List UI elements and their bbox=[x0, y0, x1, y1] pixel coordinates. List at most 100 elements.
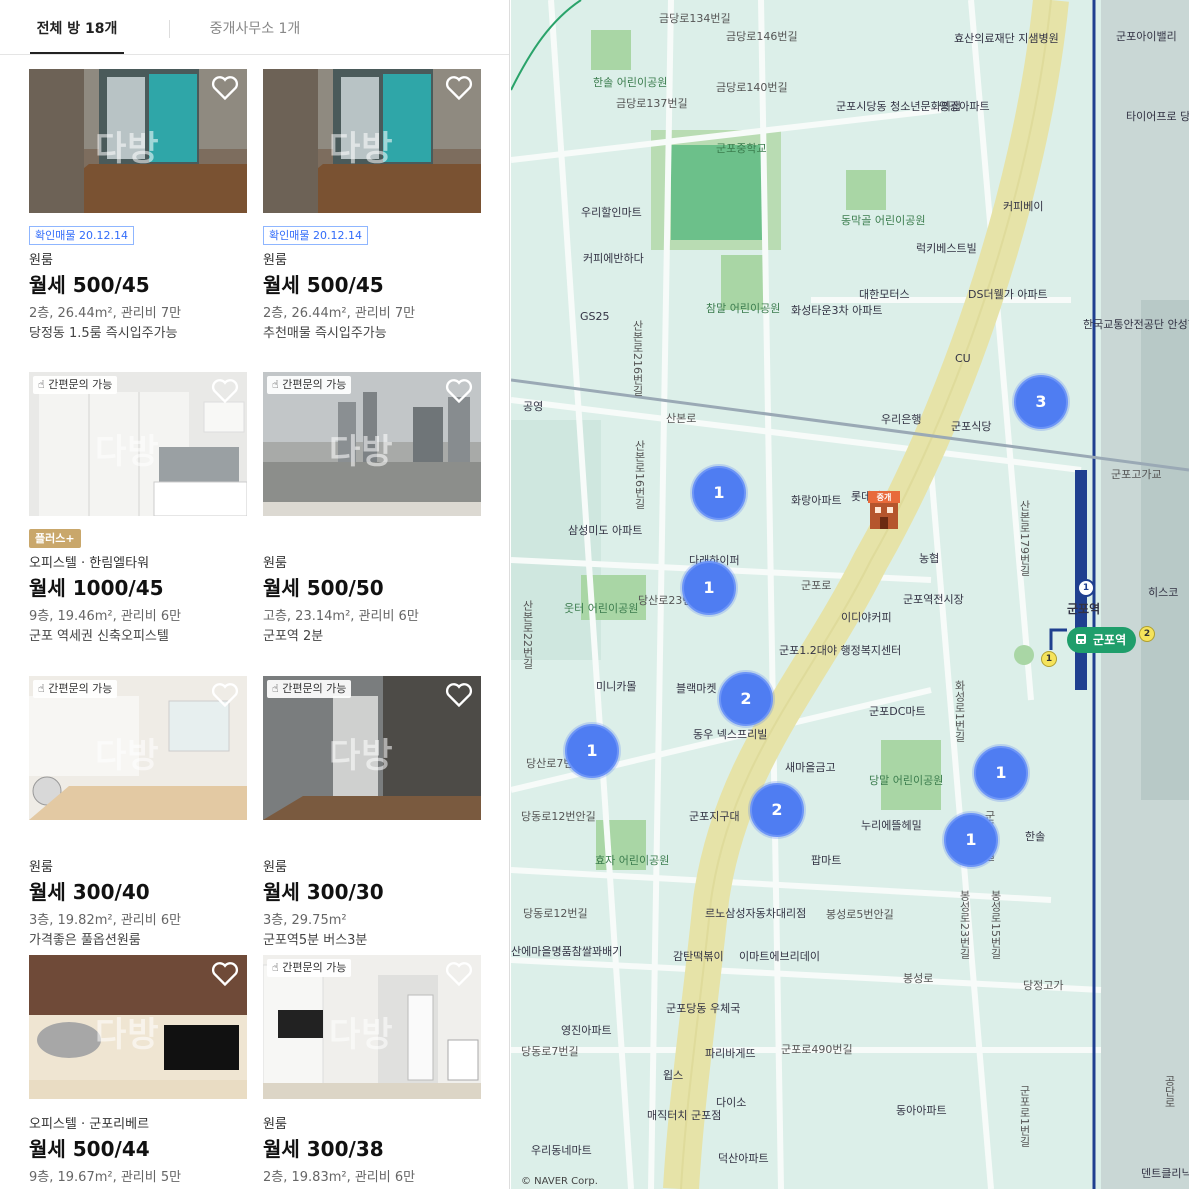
listing-card[interactable]: 다방 ☝ 간편문의 가능 원룸 월세 300/38 2층, 19.83m², 관… bbox=[263, 955, 481, 1189]
map-street-label: 금당로140번길 bbox=[716, 81, 788, 94]
map-park-label: 한솔 어린이공원 bbox=[593, 76, 668, 89]
map-place-label: 우리은행 bbox=[881, 413, 922, 426]
listing-photo[interactable]: 다방 ☝ 간편문의 가능 bbox=[263, 372, 481, 516]
map-place-label: 럭키베스트빌 bbox=[916, 242, 977, 255]
map-cluster[interactable]: 3 bbox=[1014, 375, 1068, 429]
listing-price: 월세 300/30 bbox=[263, 880, 384, 904]
listing-card[interactable]: 다방 ☝ 간편문의 가능 원룸 월세 300/40 3층, 19.82m², 관… bbox=[29, 676, 247, 956]
map-cluster[interactable]: 2 bbox=[750, 783, 804, 837]
map-street-label: 당동로12번길 bbox=[523, 907, 588, 920]
listing-description: 군포역5분 버스3분 bbox=[263, 933, 368, 948]
listing-description: 당정동 1.5룸 즉시입주가능 bbox=[29, 326, 178, 341]
map-street-label: 산본로 bbox=[666, 412, 697, 425]
listing-photo[interactable]: 다방 ☝ 간편문의 가능 bbox=[263, 955, 481, 1099]
map-place-label: DS더웰가 아파트 bbox=[968, 288, 1048, 301]
quick-inquiry-badge: ☝ 간편문의 가능 bbox=[267, 959, 352, 977]
map-place-label: 팝마트 bbox=[811, 854, 842, 867]
quick-inquiry-label: 간편문의 가능 bbox=[282, 378, 347, 391]
listing-price: 월세 300/38 bbox=[263, 1137, 384, 1161]
map-place-label: 군포DC마트 bbox=[869, 705, 926, 718]
verified-badge: 확인매물 20.12.14 bbox=[29, 226, 134, 245]
watermark-logo: 다방 bbox=[329, 736, 394, 776]
room-type: 원룸 bbox=[263, 860, 287, 875]
tab-agencies[interactable]: 중개사무소 1개 bbox=[205, 0, 305, 54]
tab-all-rooms[interactable]: 전체 방 18개 bbox=[30, 0, 124, 54]
favorite-heart-icon[interactable] bbox=[211, 682, 239, 708]
listing-photo[interactable]: 다방 ☝ 간편문의 가능 bbox=[29, 676, 247, 820]
verified-badge: 확인매물 20.12.14 bbox=[263, 226, 368, 245]
map-park-label: 당말 어린이공원 bbox=[869, 774, 944, 787]
map-cluster[interactable]: 1 bbox=[974, 746, 1028, 800]
watermark-logo: 다방 bbox=[95, 736, 160, 776]
map-street-label: 공단로 bbox=[1163, 1075, 1176, 1108]
map-cluster[interactable]: 1 bbox=[692, 466, 746, 520]
map-park-label: 동막골 어린이공원 bbox=[841, 214, 926, 227]
map-street-label: 군포로1번길 bbox=[1018, 1085, 1031, 1147]
map-place-label: 화성타운3차 아파트 bbox=[791, 304, 883, 317]
room-type: 원룸 bbox=[263, 1117, 287, 1132]
quick-inquiry-label: 간편문의 가능 bbox=[48, 378, 113, 391]
room-type: 오피스텔 · 군포리베르 bbox=[29, 1117, 150, 1132]
map-street-label: 군포고가교 bbox=[1111, 468, 1162, 481]
listing-photo[interactable]: 다방 ☝ 간편문의 가능 bbox=[29, 372, 247, 516]
favorite-heart-icon[interactable] bbox=[211, 961, 239, 987]
map-cluster[interactable]: 1 bbox=[565, 724, 619, 778]
map-park-label: 효자 어린이공원 bbox=[595, 854, 670, 867]
map-place-label: GS25 bbox=[580, 310, 610, 323]
map-place-label: 동우 넥스프리빌 bbox=[693, 728, 768, 741]
listing-card[interactable]: 다방 확인매물 20.12.14 원룸 월세 500/45 2층, 26.44m… bbox=[29, 69, 247, 349]
map-place-label: 군포1.2대야 행정복지센터 bbox=[779, 644, 902, 657]
map-cluster[interactable]: 1 bbox=[682, 561, 736, 615]
listing-photo[interactable]: 다방 bbox=[263, 69, 481, 213]
map-place-label: 파리바게뜨 bbox=[705, 1047, 756, 1060]
room-type: 원룸 bbox=[29, 860, 53, 875]
map-place-label: 공영 bbox=[523, 400, 544, 413]
listing-card[interactable]: 다방 ☝ 간편문의 가능 원룸 월세 300/30 3층, 29.75m² 군포… bbox=[263, 676, 481, 956]
map-place-label: 효산의료재단 지샘병원 bbox=[954, 32, 1059, 45]
listing-description: 군포 역세권 신축오피스텔 bbox=[29, 629, 169, 644]
listing-card[interactable]: 다방 오피스텔 · 군포리베르 월세 500/44 9층, 19.67m², 관… bbox=[29, 955, 247, 1189]
favorite-heart-icon[interactable] bbox=[211, 378, 239, 404]
map-place-label: 타이어프로 당동점 bbox=[1126, 110, 1189, 123]
listing-card[interactable]: 다방 ☝ 간편문의 가능 원룸 월세 500/50 고층, 23.14m², 관… bbox=[263, 372, 481, 652]
station-badge-label: 군포역 bbox=[1093, 633, 1127, 647]
room-type: 원룸 bbox=[29, 253, 53, 268]
listing-photo[interactable]: 다방 ☝ 간편문의 가능 bbox=[263, 676, 481, 820]
map-place-label: 매직터치 군포점 bbox=[647, 1109, 722, 1122]
map-street-label: 금당로137번길 bbox=[616, 97, 688, 110]
favorite-heart-icon[interactable] bbox=[211, 75, 239, 101]
listing-spec: 9층, 19.46m², 관리비 6만 bbox=[29, 609, 182, 624]
quick-inquiry-badge: ☝ 간편문의 가능 bbox=[33, 680, 118, 698]
map-place-label: 새마을금고 bbox=[785, 761, 836, 774]
map-street-label: 산본로179번길 bbox=[1018, 500, 1031, 576]
listing-photo[interactable]: 다방 bbox=[29, 69, 247, 213]
favorite-heart-icon[interactable] bbox=[445, 961, 473, 987]
favorite-heart-icon[interactable] bbox=[445, 682, 473, 708]
map-view[interactable]: 금당로146번길 금당로140번길 금당로137번길 금당로134번길 효산의료… bbox=[511, 0, 1189, 1189]
listing-card[interactable]: 다방 확인매물 20.12.14 원룸 월세 500/45 2층, 26.44m… bbox=[263, 69, 481, 349]
listing-spec: 2층, 26.44m², 관리비 7만 bbox=[29, 306, 182, 321]
listing-spec: 3층, 19.82m², 관리비 6만 bbox=[29, 913, 182, 928]
listing-spec: 9층, 19.67m², 관리비 5만 bbox=[29, 1170, 182, 1185]
room-type: 원룸 bbox=[263, 253, 287, 268]
map-place-label: 윕스 bbox=[663, 1069, 684, 1082]
favorite-heart-icon[interactable] bbox=[445, 75, 473, 101]
map-cluster[interactable]: 1 bbox=[944, 813, 998, 867]
watermark-logo: 다방 bbox=[329, 432, 394, 472]
map-cluster[interactable]: 2 bbox=[719, 672, 773, 726]
map-place-label: 한솔 bbox=[1025, 830, 1046, 843]
line-1-icon: 1 bbox=[1078, 580, 1094, 596]
listing-description: 가격좋은 풀옵션원룸 bbox=[29, 933, 141, 948]
map-street-label: 봉성로23번길 bbox=[958, 890, 971, 959]
watermark-logo: 다방 bbox=[95, 129, 160, 169]
agency-marker[interactable]: 중개 bbox=[866, 489, 902, 531]
listing-photo[interactable]: 다방 bbox=[29, 955, 247, 1099]
station-badge[interactable]: 군포역 bbox=[1067, 627, 1137, 653]
map-copyright: © NAVER Corp. bbox=[521, 1176, 598, 1187]
listing-price: 월세 500/44 bbox=[29, 1137, 150, 1161]
map-street-label: 산본로216번길 bbox=[631, 320, 644, 396]
favorite-heart-icon[interactable] bbox=[445, 378, 473, 404]
listing-card[interactable]: 다방 ☝ 간편문의 가능 플러스+ 오피스텔 · 한림엘타워 월세 1000/4… bbox=[29, 372, 247, 652]
map-place-label: 산에마을명품참쌀꽈배기 bbox=[511, 945, 623, 958]
listing-price: 월세 500/50 bbox=[263, 576, 384, 600]
